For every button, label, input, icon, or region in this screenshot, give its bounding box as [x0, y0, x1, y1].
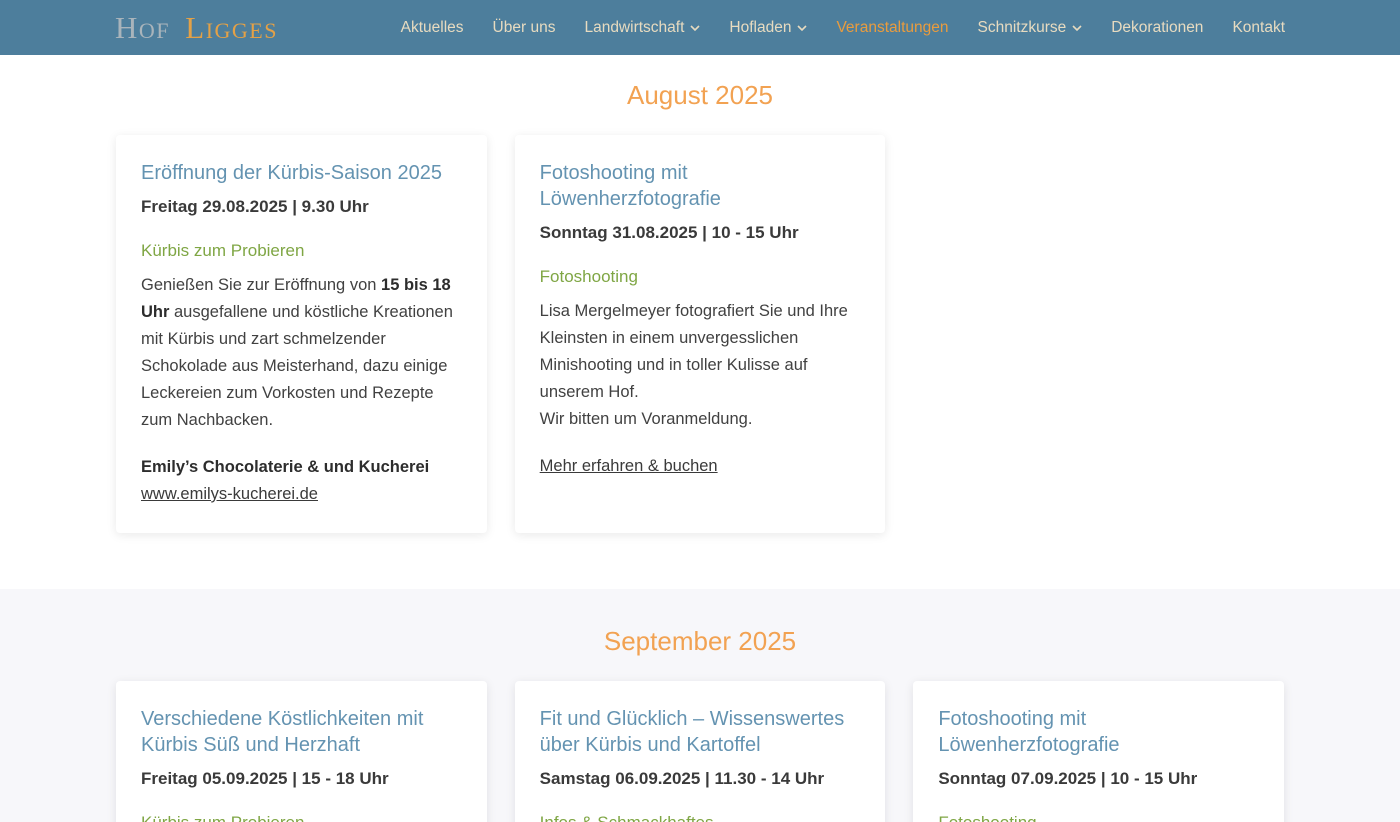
logo-word-ligges: Ligges — [185, 10, 278, 45]
event-more-link[interactable]: Mehr erfahren & buchen — [540, 453, 718, 480]
event-vendor-link[interactable]: www.emilys-kucherei.de — [141, 481, 318, 508]
chevron-down-icon — [690, 25, 700, 32]
event-grid-september: Verschiedene Köstlichkeiten mit Kürbis S… — [116, 681, 1284, 822]
event-category: Kürbis zum Probieren — [141, 812, 462, 822]
event-description: Lisa Mergelmeyer fotografiert Sie und Ih… — [540, 298, 861, 433]
nav-item-label: Über uns — [493, 19, 556, 37]
event-category: Fotoshooting — [540, 266, 861, 288]
event-card: Fotoshooting mit Löwenherzfotografie Sonn… — [913, 681, 1284, 822]
event-title: Fit und Glücklich – Wissenswertes über K… — [540, 706, 861, 758]
nav-item-hofladen[interactable]: Hofladen — [729, 19, 807, 37]
section-september: September 2025 Verschiedene Köstlichkeit… — [0, 589, 1400, 822]
event-title: Verschiedene Köstlichkeiten mit Kürbis S… — [141, 706, 462, 758]
nav-item-dekorationen[interactable]: Dekorationen — [1111, 19, 1203, 37]
section-august: August 2025 Eröffnung der Kürbis-Saison … — [0, 55, 1400, 589]
event-card: Fit und Glücklich – Wissenswertes über K… — [515, 681, 886, 822]
event-card: Fotoshooting mit Löwenherzfotografie Sonn… — [515, 135, 886, 533]
nav-item-label: Aktuelles — [401, 19, 464, 37]
chevron-down-icon — [797, 25, 807, 32]
event-category: Infos & Schmackhaftes — [540, 812, 861, 822]
nav-item-landwirtschaft[interactable]: Landwirtschaft — [584, 19, 700, 37]
event-date: Samstag 06.09.2025 | 11.30 - 14 Uhr — [540, 768, 861, 790]
nav-item-label: Schnitzkurse — [978, 19, 1067, 37]
nav-item-label: Dekorationen — [1111, 19, 1203, 37]
nav-item-kontakt[interactable]: Kontakt — [1232, 19, 1285, 37]
event-date: Freitag 29.08.2025 | 9.30 Uhr — [141, 196, 462, 218]
event-title: Fotoshooting mit Löwenherzfotografie — [938, 706, 1259, 758]
event-title: Eröffnung der Kürbis-Saison 2025 — [141, 160, 462, 186]
site-logo[interactable]: Hof Ligges — [115, 12, 278, 43]
event-card: Eröffnung der Kürbis-Saison 2025 Freitag … — [116, 135, 487, 533]
nav-item-schnitzkurse[interactable]: Schnitzkurse — [978, 19, 1083, 37]
nav-item-label: Kontakt — [1232, 19, 1285, 37]
chevron-down-icon — [1072, 25, 1082, 32]
nav-item-aktuelles[interactable]: Aktuelles — [401, 19, 464, 37]
event-title: Fotoshooting mit Löwenherzfotografie — [540, 160, 861, 212]
event-card: Verschiedene Köstlichkeiten mit Kürbis S… — [116, 681, 487, 822]
event-grid-august: Eröffnung der Kürbis-Saison 2025 Freitag … — [116, 135, 1284, 533]
top-nav: Hof Ligges Aktuelles Über uns Landwirtscha… — [0, 0, 1400, 55]
event-vendor: Emily’s Chocolaterie & und Kucherei — [141, 454, 462, 481]
event-date: Sonntag 31.08.2025 | 10 - 15 Uhr — [540, 222, 861, 244]
event-date: Sonntag 07.09.2025 | 10 - 15 Uhr — [938, 768, 1259, 790]
main-content: August 2025 Eröffnung der Kürbis-Saison … — [0, 55, 1400, 822]
event-description: Genießen Sie zur Eröffnung von 15 bis 18… — [141, 272, 462, 434]
nav-menu: Aktuelles Über uns Landwirtschaft Hofladen V… — [401, 19, 1285, 37]
nav-item-label: Landwirtschaft — [584, 19, 684, 37]
event-date: Freitag 05.09.2025 | 15 - 18 Uhr — [141, 768, 462, 790]
logo-word-hof: Hof — [115, 10, 170, 45]
nav-item-ueber-uns[interactable]: Über uns — [493, 19, 556, 37]
event-category: Kürbis zum Probieren — [141, 240, 462, 262]
nav-item-veranstaltungen[interactable]: Veranstaltungen — [836, 19, 948, 37]
nav-item-label: Hofladen — [729, 19, 791, 37]
event-category: Fotoshooting — [938, 812, 1259, 822]
month-heading-september: September 2025 — [0, 625, 1400, 657]
nav-item-label: Veranstaltungen — [836, 19, 948, 37]
month-heading-august: August 2025 — [0, 79, 1400, 111]
